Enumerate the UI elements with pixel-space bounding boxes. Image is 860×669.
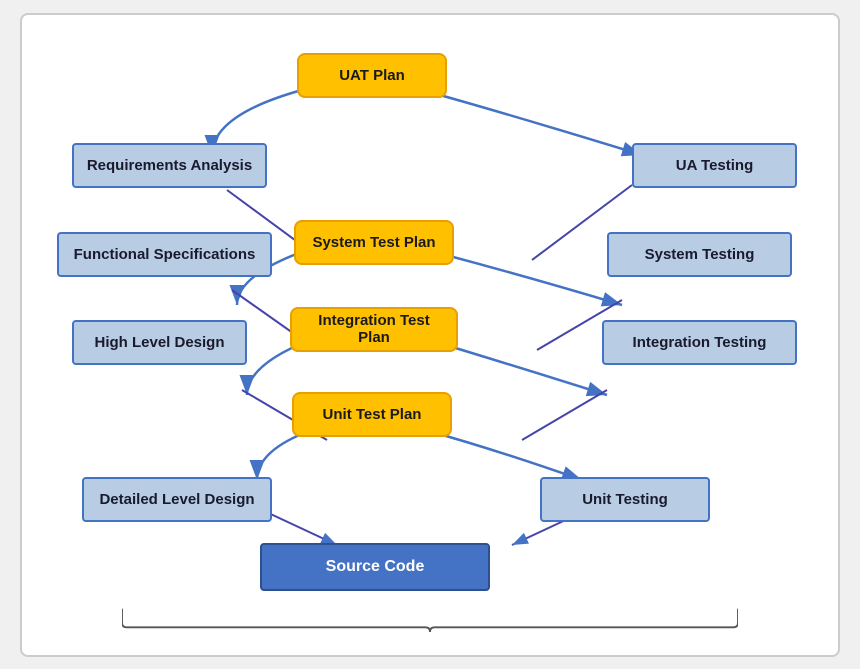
system-testing-label: System Testing <box>645 246 755 263</box>
source-code-box: Source Code <box>260 543 490 591</box>
system-testing-box: System Testing <box>607 232 792 277</box>
diagram-container: UAT Plan Requirements Analysis UA Testin… <box>20 13 840 657</box>
system-test-plan-box: System Test Plan <box>294 220 454 265</box>
unit-test-plan-label: Unit Test Plan <box>323 406 422 423</box>
integration-test-plan-label: Integration Test Plan <box>302 312 446 346</box>
requirements-analysis-label: Requirements Analysis <box>87 157 252 174</box>
unit-testing-box: Unit Testing <box>540 477 710 522</box>
detailed-level-design-box: Detailed Level Design <box>82 477 272 522</box>
high-level-design-box: High Level Design <box>72 320 247 365</box>
integration-testing-label: Integration Testing <box>633 334 767 351</box>
uat-plan-label: UAT Plan <box>339 67 405 84</box>
diagram-inner: UAT Plan Requirements Analysis UA Testin… <box>42 35 818 635</box>
high-level-design-label: High Level Design <box>94 334 224 351</box>
uat-plan-box: UAT Plan <box>297 53 447 98</box>
integration-test-plan-box: Integration Test Plan <box>290 307 458 352</box>
unit-test-plan-box: Unit Test Plan <box>292 392 452 437</box>
ua-testing-label: UA Testing <box>676 157 754 174</box>
bottom-brace <box>122 603 738 633</box>
unit-testing-label: Unit Testing <box>582 491 668 508</box>
source-code-label: Source Code <box>326 558 425 576</box>
system-test-plan-label: System Test Plan <box>312 234 435 251</box>
detailed-level-design-label: Detailed Level Design <box>99 491 254 508</box>
functional-specs-box: Functional Specifications <box>57 232 272 277</box>
ua-testing-box: UA Testing <box>632 143 797 188</box>
requirements-analysis-box: Requirements Analysis <box>72 143 267 188</box>
integration-testing-box: Integration Testing <box>602 320 797 365</box>
functional-specs-label: Functional Specifications <box>74 246 256 263</box>
